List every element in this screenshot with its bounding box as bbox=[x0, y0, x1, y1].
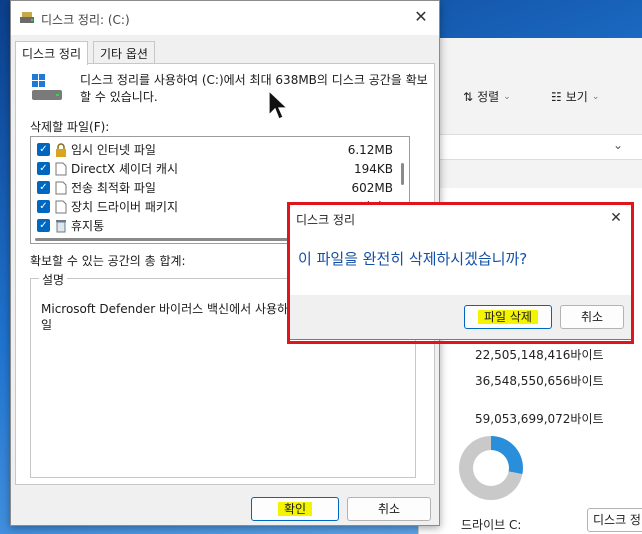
disk-cleanup-button[interactable]: 디스크 정 bbox=[587, 508, 642, 532]
files-to-delete-label: 삭제할 파일(F): bbox=[30, 120, 110, 134]
sort-button[interactable]: ⇅ 정렬 ⌄ bbox=[463, 88, 511, 105]
close-icon[interactable]: ✕ bbox=[409, 5, 433, 29]
file-size: 602MB bbox=[351, 180, 394, 195]
dialog-titlebar: 디스크 정리: (C:) ✕ bbox=[11, 1, 439, 35]
delete-files-button[interactable]: 파일 삭제 bbox=[464, 305, 552, 329]
file-name: 장치 드라이버 패키지 bbox=[71, 200, 178, 214]
confirm-cancel-button[interactable]: 취소 bbox=[560, 305, 624, 329]
document-icon bbox=[55, 162, 67, 175]
chevron-down-icon: ⌄ bbox=[612, 138, 623, 152]
recycle-bin-icon bbox=[56, 219, 66, 232]
checkbox[interactable]: ✓ bbox=[37, 219, 50, 232]
file-size: 6.12MB bbox=[347, 142, 393, 157]
intro-text: 디스크 정리를 사용하여 (C:)에서 최대 638MB의 디스크 공간을 확보… bbox=[80, 73, 428, 104]
lock-icon bbox=[56, 142, 66, 157]
checkbox[interactable]: ✓ bbox=[37, 200, 50, 213]
confirm-titlebar: 디스크 정리 ✕ bbox=[290, 205, 631, 231]
disk-cleanup-icon bbox=[20, 12, 34, 23]
chevron-down-icon: ⌄ bbox=[503, 91, 511, 102]
view-icon: ☷ bbox=[551, 89, 562, 104]
explorer-toolbar: ⇅ 정렬 ⌄ ☷ 보기 ⌄ bbox=[419, 78, 642, 114]
tab-disk-cleanup[interactable]: 디스크 정리 bbox=[15, 41, 89, 65]
cancel-button[interactable]: 취소 bbox=[347, 497, 431, 521]
used-space-bytes: 22,505,148,416바이트 bbox=[475, 348, 604, 362]
description-legend: 설명 bbox=[39, 271, 68, 288]
sort-icon: ⇅ bbox=[463, 89, 474, 104]
sort-label: 정렬 bbox=[477, 90, 500, 104]
confirm-body: 이 파일을 완전히 삭제하시겠습니까? bbox=[290, 231, 631, 295]
view-label: 보기 bbox=[565, 90, 588, 104]
file-name: DirectX 셰이더 캐시 bbox=[71, 162, 178, 176]
checkbox[interactable]: ✓ bbox=[37, 162, 50, 175]
close-icon[interactable]: ✕ bbox=[605, 207, 627, 229]
chevron-down-icon: ⌄ bbox=[591, 91, 600, 102]
view-button[interactable]: ☷ 보기 ⌄ bbox=[551, 88, 599, 105]
drive-label: 드라이브 C: bbox=[461, 518, 522, 532]
list-item[interactable]: ✓ 임시 인터넷 파일 6.12MB bbox=[31, 140, 395, 159]
list-item[interactable]: ✓ DirectX 셰이더 캐시 194KB bbox=[31, 159, 395, 178]
free-space-bytes: 36,548,550,656바이트 bbox=[475, 374, 604, 388]
tab-more-options[interactable]: 기타 옵션 bbox=[93, 41, 155, 63]
checkbox[interactable]: ✓ bbox=[37, 143, 50, 156]
list-item[interactable]: ✓ 전송 최적화 파일 602MB bbox=[31, 178, 395, 197]
drive-icon bbox=[32, 74, 62, 100]
ok-button[interactable]: 확인 bbox=[251, 497, 339, 521]
dialog-title: 디스크 정리: (C:) bbox=[41, 13, 130, 27]
total-space-label: 확보할 수 있는 공간의 총 합계: bbox=[30, 254, 186, 268]
confirm-delete-dialog: 디스크 정리 ✕ 이 파일을 완전히 삭제하시겠습니까? 파일 삭제 취소 bbox=[289, 204, 632, 340]
file-name: 전송 최적화 파일 bbox=[71, 181, 156, 195]
file-name: 임시 인터넷 파일 bbox=[71, 143, 156, 157]
confirm-title: 디스크 정리 bbox=[296, 213, 356, 227]
disk-usage-donut bbox=[459, 436, 523, 500]
ok-button-label: 확인 bbox=[277, 502, 313, 516]
document-icon bbox=[55, 181, 67, 194]
mouse-cursor-icon bbox=[268, 90, 289, 120]
document-icon bbox=[55, 200, 67, 213]
confirm-message: 이 파일을 완전히 삭제하시겠습니까? bbox=[298, 250, 528, 268]
address-bar[interactable]: ⌄ bbox=[419, 134, 642, 160]
delete-files-label: 파일 삭제 bbox=[478, 310, 538, 324]
file-name: 휴지통 bbox=[71, 219, 105, 233]
capacity-bytes: 59,053,699,072바이트 bbox=[475, 412, 604, 426]
checkbox[interactable]: ✓ bbox=[37, 181, 50, 194]
file-size: 194KB bbox=[353, 161, 393, 176]
